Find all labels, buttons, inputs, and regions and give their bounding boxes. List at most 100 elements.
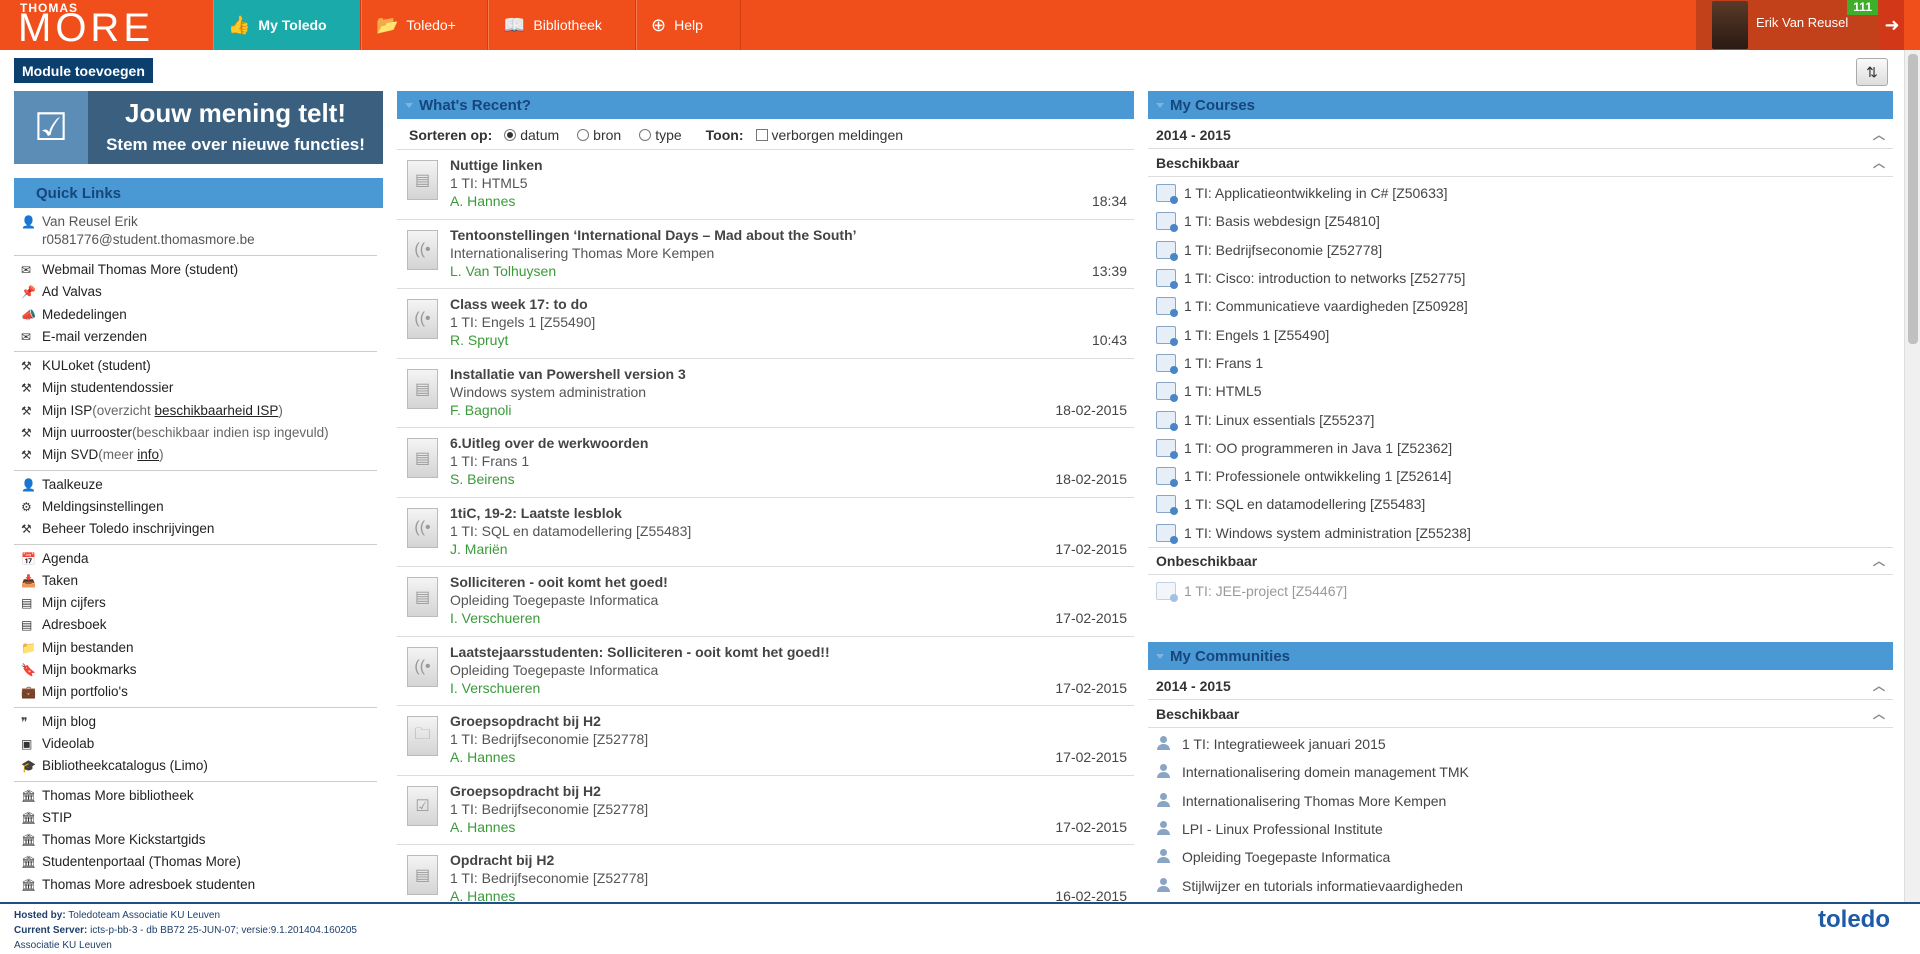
quick-link-item[interactable]: 📅 Agenda xyxy=(14,548,377,570)
link-label[interactable]: Mijn portfolio's xyxy=(42,684,128,699)
link-label[interactable]: Webmail Thomas More (student) xyxy=(42,262,238,277)
link-label[interactable]: Meldingsinstellingen xyxy=(42,499,164,514)
link-label[interactable]: Adresboek xyxy=(42,617,107,632)
my-communities-header[interactable]: My Communities xyxy=(1148,642,1893,670)
tab-bibliotheek[interactable]: 📖 Bibliotheek xyxy=(488,0,636,50)
course-item[interactable]: 1 TI: Professionele ontwikkeling 1 [Z526… xyxy=(1148,462,1893,490)
quick-link-item[interactable]: ▤ Adresboek xyxy=(14,614,377,636)
link-label[interactable]: Mijn bestanden xyxy=(42,640,134,655)
item-label[interactable]: 1 TI: Communicatieve vaardigheden [Z5092… xyxy=(1184,298,1468,314)
radio-button[interactable] xyxy=(504,129,517,141)
recent-item[interactable]: ▤ Solliciteren - ooit komt het goed! Oplei… xyxy=(397,566,1134,636)
quick-link-item[interactable]: ▤ Mijn cijfers xyxy=(14,592,377,614)
recent-item-title[interactable]: 1tiC, 19-2: Laatste lesblok xyxy=(450,505,622,521)
collapse-icon[interactable] xyxy=(405,103,413,108)
link-label[interactable]: Videolab xyxy=(42,736,94,751)
link-label[interactable]: Mijn studentendossier xyxy=(42,380,173,395)
recent-item[interactable]: ((• Tentoonstellingen ‘International Days… xyxy=(397,218,1134,289)
chevron-up-icon[interactable]: ︿ xyxy=(1873,705,1885,722)
item-label[interactable]: 1 TI: Professionele ontwikkeling 1 [Z526… xyxy=(1184,468,1451,484)
quick-link-item[interactable]: 💼 Mijn portfolio's xyxy=(14,681,377,703)
quick-link-item[interactable]: ✉ E-mail verzenden xyxy=(14,326,377,348)
course-item[interactable]: 1 TI: Communicatieve vaardigheden [Z5092… xyxy=(1148,292,1893,320)
sort-option-type[interactable]: type xyxy=(639,127,682,143)
tab-help[interactable]: ⊕ Help xyxy=(636,0,741,50)
recent-item[interactable]: ((• 1tiC, 19-2: Laatste lesblok 1 TI: SQL … xyxy=(397,496,1134,567)
item-label[interactable]: Opleiding Toegepaste Informatica xyxy=(1182,849,1390,865)
radio-button[interactable] xyxy=(577,129,590,141)
link-label[interactable]: STIP xyxy=(42,810,72,825)
link-label[interactable]: Mijn uurrooster xyxy=(42,425,132,440)
quick-link-item[interactable]: ⚒ Mijn uurrooster(beschikbaar indien isp … xyxy=(14,422,377,444)
quick-link-item[interactable]: ⚒ Beheer Toledo inschrijvingen xyxy=(14,518,377,540)
link-label[interactable]: Mijn bookmarks xyxy=(42,662,137,677)
recent-item-title[interactable]: 6.Uitleg over de werkwoorden xyxy=(450,435,648,451)
link-label[interactable]: Bibliotheekcatalogus (Limo) xyxy=(42,758,208,773)
recent-item-title[interactable]: Solliciteren - ooit komt het goed! xyxy=(450,574,668,590)
item-label[interactable]: Stijlwijzer en tutorials informatievaard… xyxy=(1182,878,1463,894)
quick-link-item[interactable]: 🏛 STIP xyxy=(14,807,377,829)
quick-link-item[interactable]: ⚒ Mijn SVD(meer info) xyxy=(14,444,377,466)
course-item[interactable]: 1 TI: Frans 1 xyxy=(1148,349,1893,377)
link-label[interactable]: E-mail verzenden xyxy=(42,329,147,344)
item-label[interactable]: 1 TI: Bedrijfseconomie [Z52778] xyxy=(1184,242,1382,258)
communities-available-row[interactable]: Beschikbaar ︿ xyxy=(1148,700,1893,728)
scrollbar-thumb[interactable] xyxy=(1908,54,1918,344)
user-menu[interactable]: Erik Van Reusel 111 xyxy=(1696,0,1880,50)
notification-badge[interactable]: 111 xyxy=(1847,0,1878,15)
show-hidden-option[interactable]: verborgen meldingen xyxy=(755,127,903,143)
recent-item-title[interactable]: Class week 17: to do xyxy=(450,296,588,312)
swap-layout-icon[interactable]: ⇅ xyxy=(1856,58,1888,86)
inline-link[interactable]: info xyxy=(137,447,159,462)
collapse-icon[interactable] xyxy=(1156,654,1164,659)
add-module-button[interactable]: Module toevoegen xyxy=(14,58,153,83)
item-label[interactable]: 1 TI: Engels 1 [Z55490] xyxy=(1184,327,1329,343)
communities-year-row[interactable]: 2014 - 2015 ︿ xyxy=(1148,672,1893,700)
item-label[interactable]: 1 TI: Frans 1 xyxy=(1184,355,1263,371)
link-label[interactable]: Mijn SVD xyxy=(42,447,98,462)
item-label[interactable]: Internationalisering domein management T… xyxy=(1182,764,1469,780)
link-label[interactable]: Beheer Toledo inschrijvingen xyxy=(42,521,214,536)
item-label[interactable]: 1 TI: SQL en datamodellering [Z55483] xyxy=(1184,496,1425,512)
quick-link-item[interactable]: 📥 Taken xyxy=(14,570,377,592)
quick-link-item[interactable]: 📌 Ad Valvas xyxy=(14,281,377,303)
quick-link-item[interactable]: 👤 Taalkeuze xyxy=(14,474,377,496)
course-item[interactable]: 1 TI: Cisco: introduction to networks [Z… xyxy=(1148,264,1893,292)
inline-link[interactable]: beschikbaarheid ISP xyxy=(155,403,279,418)
quick-link-item[interactable]: ▣ Videolab xyxy=(14,733,377,755)
link-label[interactable]: Thomas More Kickstartgids xyxy=(42,832,206,847)
item-label[interactable]: 1 TI: Integratieweek januari 2015 xyxy=(1182,736,1386,752)
item-label[interactable]: 1 TI: Linux essentials [Z55237] xyxy=(1184,412,1374,428)
community-item[interactable]: Internationalisering Thomas More Kempen xyxy=(1148,787,1893,815)
course-item[interactable]: 1 TI: HTML5 xyxy=(1148,377,1893,405)
link-label[interactable]: Agenda xyxy=(42,551,89,566)
sort-option-bron[interactable]: bron xyxy=(577,127,621,143)
sort-option-datum[interactable]: datum xyxy=(504,127,559,143)
course-item[interactable]: 1 TI: OO programmeren in Java 1 [Z52362] xyxy=(1148,434,1893,462)
recent-item[interactable]: ((• Class week 17: to do 1 TI: Engels 1 [Z… xyxy=(397,288,1134,358)
community-item[interactable]: Opleiding Toegepaste Informatica xyxy=(1148,843,1893,871)
quick-link-item[interactable]: 🔖 Mijn bookmarks xyxy=(14,659,377,681)
course-item[interactable]: 1 TI: Linux essentials [Z55237] xyxy=(1148,405,1893,433)
link-label[interactable]: Ad Valvas xyxy=(42,284,102,299)
community-item[interactable]: LPI - Linux Professional Institute xyxy=(1148,815,1893,843)
my-courses-header[interactable]: My Courses xyxy=(1148,91,1893,119)
recent-item-title[interactable]: Nuttige linken xyxy=(450,157,543,173)
quick-link-item[interactable]: 🏛 Thomas More bibliotheek xyxy=(14,785,377,807)
link-label[interactable]: Taken xyxy=(42,573,78,588)
recent-item[interactable]: ▤ 6.Uitleg over de werkwoorden 1 TI: Frans… xyxy=(397,427,1134,497)
collapse-icon[interactable] xyxy=(1156,103,1164,108)
quick-link-item[interactable]: ❞ Mijn blog xyxy=(14,711,377,733)
courses-unavailable-row[interactable]: Onbeschikbaar ︿ xyxy=(1148,546,1893,575)
chevron-up-icon[interactable]: ︿ xyxy=(1873,154,1885,171)
tab-toledo-plus[interactable]: 📂 Toledo+ xyxy=(361,0,488,50)
radio-button[interactable] xyxy=(639,129,652,141)
item-label[interactable]: 1 TI: Windows system administration [Z55… xyxy=(1184,525,1471,541)
quick-link-item[interactable]: ⚒ Mijn studentendossier xyxy=(14,377,377,399)
recent-item[interactable]: ((• Laatstejaarsstudenten: Solliciteren -… xyxy=(397,635,1134,706)
item-label[interactable]: 1 TI: Basis webdesign [Z54810] xyxy=(1184,213,1380,229)
quick-link-item[interactable]: 🏛 Studentenportaal (Thomas More) xyxy=(14,851,377,873)
link-label[interactable]: KULoket (student) xyxy=(42,358,151,373)
recent-item-title[interactable]: Groepsopdracht bij H2 xyxy=(450,713,601,729)
item-label[interactable]: LPI - Linux Professional Institute xyxy=(1182,821,1383,837)
